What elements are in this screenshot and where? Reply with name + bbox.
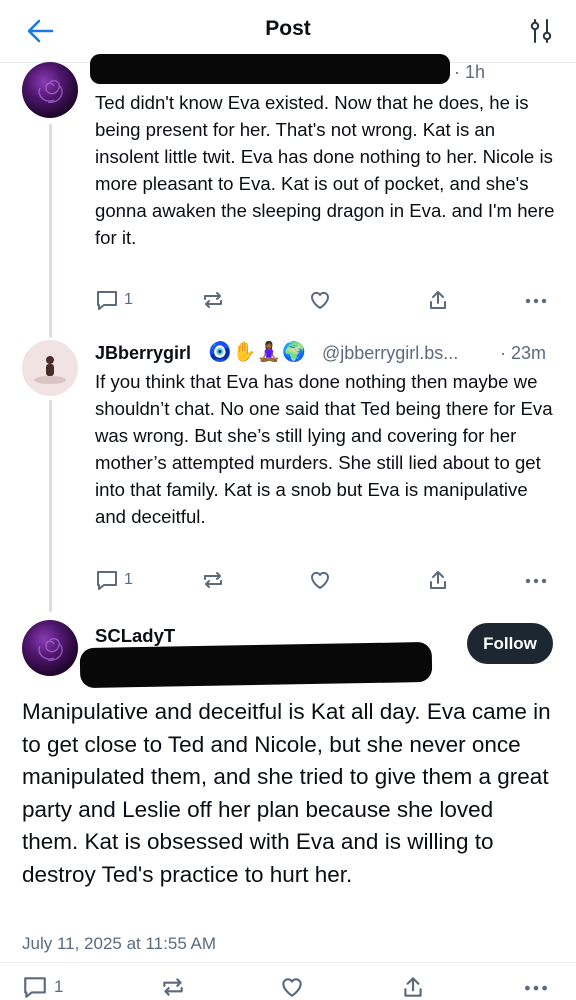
repost-button[interactable] bbox=[201, 287, 225, 313]
avatar[interactable] bbox=[22, 62, 78, 118]
post-text: Manipulative and deceitful is Kat all da… bbox=[22, 699, 551, 887]
repost-icon bbox=[201, 568, 225, 592]
share-icon bbox=[426, 288, 450, 312]
profile-emoji: 🧿✋🧘🏾‍♀️🌍 bbox=[208, 342, 307, 363]
reply-icon bbox=[95, 568, 119, 592]
repost-icon bbox=[201, 288, 225, 312]
avatar[interactable] bbox=[22, 340, 78, 396]
more-icon bbox=[523, 288, 549, 312]
redacted-name bbox=[90, 54, 450, 84]
avatar[interactable] bbox=[22, 620, 78, 676]
more-icon bbox=[523, 568, 549, 592]
thread-line bbox=[49, 124, 52, 338]
reply-actions: 1 bbox=[95, 287, 555, 313]
follow-button[interactable]: Follow bbox=[467, 623, 553, 664]
reply-button[interactable]: 1 bbox=[95, 567, 133, 593]
reply-button[interactable]: 1 bbox=[22, 974, 63, 1000]
reply-count: 1 bbox=[124, 291, 133, 308]
reply-time: · 1h bbox=[454, 62, 486, 82]
like-button[interactable] bbox=[308, 287, 332, 313]
like-icon bbox=[308, 568, 332, 592]
like-button[interactable] bbox=[279, 974, 305, 1000]
reply-text: Ted didn't know Eva existed. Now that he… bbox=[95, 92, 555, 248]
repost-icon bbox=[160, 974, 186, 1000]
repost-button[interactable] bbox=[201, 567, 225, 593]
reply-count: 1 bbox=[124, 571, 133, 588]
user-handle[interactable]: @jbberrygirl.bs... bbox=[322, 343, 458, 364]
like-button[interactable] bbox=[308, 567, 332, 593]
reply-time: · 23m bbox=[500, 343, 547, 363]
more-button[interactable] bbox=[522, 974, 550, 1000]
post-timestamp: July 11, 2025 at 11:55 AM bbox=[22, 934, 217, 953]
share-icon bbox=[400, 974, 426, 1000]
settings-sliders-icon[interactable] bbox=[526, 16, 556, 46]
display-name[interactable]: JBberrygirl bbox=[95, 343, 191, 364]
reply-button[interactable]: 1 bbox=[95, 287, 133, 313]
repost-button[interactable] bbox=[160, 974, 186, 1000]
display-name[interactable]: SCLadyT bbox=[95, 625, 175, 647]
like-icon bbox=[308, 288, 332, 312]
share-icon bbox=[426, 568, 450, 592]
reply-text: If you think that Eva has done nothing t… bbox=[95, 371, 553, 527]
reply-icon bbox=[22, 974, 48, 1000]
reply-actions: 1 bbox=[95, 567, 555, 593]
share-button[interactable] bbox=[426, 287, 450, 313]
divider bbox=[0, 962, 576, 963]
more-icon bbox=[522, 974, 550, 1000]
like-icon bbox=[279, 974, 305, 1000]
page-title: Post bbox=[265, 17, 311, 40]
reply-icon bbox=[95, 288, 119, 312]
reply-count: 1 bbox=[54, 977, 64, 996]
thread-line bbox=[49, 400, 52, 612]
share-button[interactable] bbox=[426, 567, 450, 593]
more-button[interactable] bbox=[523, 287, 549, 313]
post-actions: 1 bbox=[22, 974, 554, 1000]
more-button[interactable] bbox=[523, 567, 549, 593]
redacted-handle bbox=[79, 641, 433, 689]
share-button[interactable] bbox=[400, 974, 426, 1000]
